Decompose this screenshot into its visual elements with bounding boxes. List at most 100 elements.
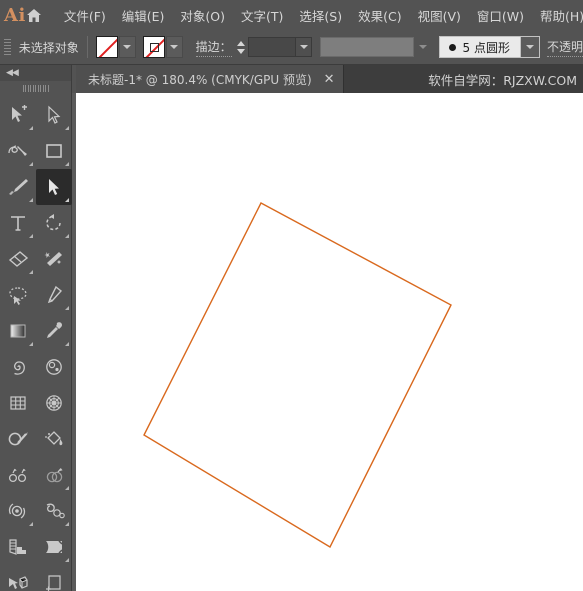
menu-item-edit[interactable]: 编辑(E) xyxy=(114,3,173,28)
fill-dropdown-button[interactable] xyxy=(118,36,136,58)
tools-panel-grip[interactable] xyxy=(0,81,71,95)
tool-flyout-indicator[interactable] xyxy=(65,486,69,490)
stepper-down-icon[interactable] xyxy=(236,48,245,54)
rotated-rectangle-path[interactable] xyxy=(143,202,452,548)
rotate-tool[interactable] xyxy=(36,205,72,241)
chevron-down-icon xyxy=(123,45,132,49)
width-profile-dropdown-button[interactable] xyxy=(416,45,430,49)
brush-definition-combo[interactable]: 5 点圆形 xyxy=(438,36,540,58)
spiral-tool[interactable] xyxy=(0,349,36,385)
home-icon[interactable] xyxy=(26,8,42,23)
tool-flyout-indicator[interactable] xyxy=(29,234,33,238)
document-tab-bar: 未标题-1* @ 180.4% (CMYK/GPU 预览) ✕ 软件自学网：RJ… xyxy=(76,65,583,93)
chevron-down-icon xyxy=(170,45,179,49)
eraser-tool[interactable] xyxy=(0,241,36,277)
illustrator-window: Ai 文件(F) 编辑(E) 对象(O) 文字(T) 选择(S) 效果(C) 视… xyxy=(0,0,583,591)
menu-item-type[interactable]: 文字(T) xyxy=(233,3,291,28)
type-tool[interactable] xyxy=(0,205,36,241)
control-panel-grip[interactable] xyxy=(2,34,13,60)
tool-flyout-indicator[interactable] xyxy=(65,234,69,238)
document-tab[interactable]: 未标题-1* @ 180.4% (CMYK/GPU 预览) ✕ xyxy=(76,65,344,93)
tool-grid xyxy=(0,95,72,591)
tool-flyout-indicator[interactable] xyxy=(29,162,33,166)
tool-flyout-indicator[interactable] xyxy=(29,522,33,526)
brush-definition-value: 5 点圆形 xyxy=(462,40,510,55)
paintbrush-tool[interactable] xyxy=(0,169,36,205)
menu-item-file[interactable]: 文件(F) xyxy=(56,3,114,28)
menu-item-select[interactable]: 选择(S) xyxy=(291,3,350,28)
tools-panel: ◀◀ xyxy=(0,65,72,591)
tool-flyout-indicator[interactable] xyxy=(65,522,69,526)
eyedropper-tool[interactable] xyxy=(36,313,72,349)
close-icon[interactable]: ✕ xyxy=(324,73,335,86)
graph-tool[interactable] xyxy=(0,529,36,565)
tool-flyout-indicator[interactable] xyxy=(29,342,33,346)
stroke-weight-dropdown-button[interactable] xyxy=(295,38,312,56)
chevron-down-icon xyxy=(525,45,534,49)
stroke-ring-icon xyxy=(149,43,159,52)
stroke-weight-combo[interactable] xyxy=(247,37,313,57)
menu-item-object[interactable]: 对象(O) xyxy=(172,3,233,28)
flare-tool[interactable] xyxy=(36,349,72,385)
menu-item-view[interactable]: 视图(V) xyxy=(410,3,469,28)
opacity-label[interactable]: 不透明 xyxy=(546,38,583,57)
stroke-dropdown-button[interactable] xyxy=(165,36,183,58)
tool-flyout-indicator[interactable] xyxy=(65,126,69,130)
document-tab-title: 未标题-1* @ 180.4% (CMYK/GPU 预览) xyxy=(88,72,312,87)
watermark-text: 软件自学网：RJZXW.COM xyxy=(428,72,577,88)
blend-tool[interactable] xyxy=(0,457,36,493)
chevron-down-icon xyxy=(299,45,308,49)
none-slash-icon xyxy=(96,37,117,57)
tool-flyout-indicator[interactable] xyxy=(29,198,33,202)
perspective-grid-tool[interactable] xyxy=(36,457,72,493)
stepper-up-icon[interactable] xyxy=(236,40,245,46)
gradient-mesh-tool[interactable] xyxy=(36,529,72,565)
selection-magic-tool[interactable] xyxy=(0,97,36,133)
rectangular-grid-tool[interactable] xyxy=(0,385,36,421)
selection-status-label: 未选择对象 xyxy=(18,40,79,55)
stroke-swatch-none[interactable] xyxy=(142,36,165,58)
magic-wand-tool[interactable] xyxy=(36,241,72,277)
lasso-tool[interactable] xyxy=(0,277,36,313)
rotate-view-tool[interactable] xyxy=(0,493,36,529)
tools-panel-collapse-button[interactable]: ◀◀ xyxy=(0,65,71,81)
gradient-tool[interactable] xyxy=(0,313,36,349)
menu-bar: Ai 文件(F) 编辑(E) 对象(O) 文字(T) 选择(S) 效果(C) 视… xyxy=(0,0,583,30)
rectangle-tool[interactable] xyxy=(36,133,72,169)
stroke-weight-stepper[interactable] xyxy=(236,40,246,54)
control-panel: 未选择对象 描边： 5 点圆形 不透明 xyxy=(0,30,583,65)
tool-flyout-indicator[interactable] xyxy=(29,270,33,274)
menu-item-list: 文件(F) 编辑(E) 对象(O) 文字(T) 选择(S) 效果(C) 视图(V… xyxy=(56,3,583,28)
live-paint-bucket-tool[interactable] xyxy=(36,421,72,457)
tool-flyout-indicator[interactable] xyxy=(65,342,69,346)
puppet-warp-tool[interactable] xyxy=(36,493,72,529)
curvature-pen-tool[interactable] xyxy=(36,277,72,313)
slice-tool[interactable] xyxy=(36,565,72,591)
fill-color-control[interactable] xyxy=(95,36,136,58)
ai-logo: Ai xyxy=(4,4,26,26)
artboard[interactable] xyxy=(76,93,583,591)
brush-dropdown-button[interactable] xyxy=(519,37,539,57)
direct-selection-tool[interactable] xyxy=(36,97,72,133)
menu-item-window[interactable]: 窗口(W) xyxy=(469,3,532,28)
stroke-weight-label[interactable]: 描边： xyxy=(195,38,232,57)
tool-flyout-indicator[interactable] xyxy=(65,162,69,166)
shape-builder-tool[interactable] xyxy=(0,421,36,457)
polar-grid-tool[interactable] xyxy=(36,385,72,421)
fill-swatch-none[interactable] xyxy=(95,36,118,58)
pen-tool[interactable] xyxy=(0,133,36,169)
artwork-layer xyxy=(143,202,452,548)
tool-flyout-indicator[interactable] xyxy=(29,126,33,130)
menu-item-effect[interactable]: 效果(C) xyxy=(350,3,409,28)
brush-round-dot-icon xyxy=(448,43,456,51)
stroke-color-control[interactable] xyxy=(142,36,183,58)
tool-flyout-indicator[interactable] xyxy=(65,198,69,202)
menu-item-help[interactable]: 帮助(H) xyxy=(532,3,583,28)
canvas-area[interactable] xyxy=(72,93,583,591)
selection-tool[interactable] xyxy=(36,169,72,205)
width-profile-combo[interactable] xyxy=(319,37,415,57)
control-divider-1 xyxy=(86,36,88,58)
free-transform-tool[interactable] xyxy=(0,565,36,591)
tool-flyout-indicator[interactable] xyxy=(65,558,69,562)
tool-flyout-indicator[interactable] xyxy=(65,306,69,310)
